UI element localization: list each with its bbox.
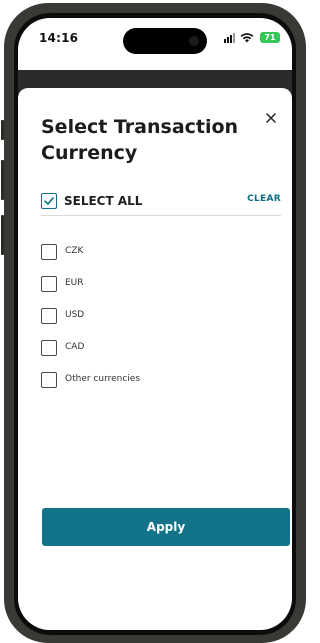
phone-frame: 14:16 71 Select Transaction Currency SEL… (4, 3, 306, 643)
currency-option-usd[interactable]: USD (41, 308, 241, 326)
currency-option-cad[interactable]: CAD (41, 340, 241, 358)
close-icon (266, 113, 276, 123)
currency-label: EUR (65, 278, 84, 288)
wifi-icon (240, 33, 254, 43)
currency-option-other[interactable]: Other currencies (41, 372, 241, 390)
currency-option-eur[interactable]: EUR (41, 276, 241, 294)
sheet-title: Select Transaction Currency (41, 116, 239, 164)
currency-label: CZK (65, 246, 84, 256)
currency-checkbox[interactable] (41, 244, 57, 260)
currency-label: USD (65, 310, 85, 320)
close-button[interactable] (264, 110, 278, 124)
currency-label: CAD (65, 342, 85, 352)
battery-indicator: 71 (260, 32, 280, 43)
select-all-label[interactable]: SELECT ALL (64, 193, 142, 209)
status-icons: 71 (224, 32, 280, 44)
select-all-checkbox[interactable] (41, 193, 57, 209)
status-bar: 14:16 71 (18, 18, 292, 70)
background-overlay (18, 70, 292, 88)
currency-checkbox[interactable] (41, 276, 57, 292)
checkmark-icon (44, 197, 54, 205)
clear-button[interactable]: CLEAR (247, 194, 281, 204)
currency-option-czk[interactable]: CZK (41, 244, 241, 262)
currency-checkbox[interactable] (41, 308, 57, 324)
phone-screen: 14:16 71 Select Transaction Currency SEL… (18, 18, 292, 630)
currency-label: Other currencies (65, 374, 141, 384)
divider (41, 215, 281, 216)
currency-bottom-sheet: Select Transaction Currency SELECT ALL C… (18, 88, 292, 630)
front-camera-icon (189, 36, 199, 46)
cellular-signal-icon (224, 33, 235, 43)
apply-button[interactable]: Apply (42, 508, 290, 546)
currency-checkbox[interactable] (41, 372, 57, 388)
phone-bezel: 14:16 71 Select Transaction Currency SEL… (14, 13, 296, 635)
currency-checkbox[interactable] (41, 340, 57, 356)
dynamic-island (123, 28, 207, 54)
status-time: 14:16 (39, 31, 79, 45)
select-all-row: SELECT ALL CLEAR (41, 193, 281, 211)
